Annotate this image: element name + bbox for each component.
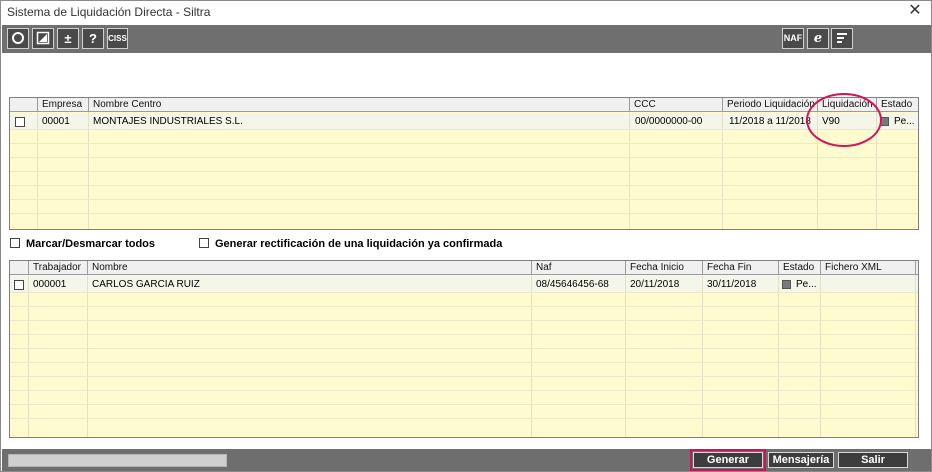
row-checkbox[interactable] [14, 280, 24, 290]
trabajadores-grid: Trabajador Nombre Naf Fecha Inicio Fecha… [9, 260, 919, 438]
rectificacion-label: Generar rectificación de una liquidación… [215, 238, 503, 250]
cell-ccc: 00/0000000-00 [635, 116, 703, 127]
rectificacion-checkbox[interactable] [199, 238, 209, 248]
window-title: Sistema de Liquidación Directa - Siltra [7, 5, 211, 19]
progress-bar [8, 454, 227, 467]
col-liquidacion[interactable]: Liquidación [818, 98, 877, 112]
col-estado[interactable]: Estado [779, 261, 821, 275]
cell-liquidacion: V90 [822, 116, 840, 127]
col-nombre[interactable]: Nombre [88, 261, 532, 275]
cell-periodo: 11/2018 a 11/2018 [729, 116, 811, 127]
marcar-todos-label: Marcar/Desmarcar todos [26, 238, 156, 250]
cell-fecha-inicio: 20/11/2018 [630, 279, 680, 290]
generar-button[interactable]: Generar [690, 449, 766, 471]
col-nombre-centro[interactable]: Nombre Centro [89, 98, 630, 112]
cell-naf: 08/45646456-68 [536, 279, 609, 290]
cell-nombre: CARLOS GARCIA RUIZ [92, 279, 200, 290]
col-ccc[interactable]: CCC [630, 98, 723, 112]
plus-minus-icon[interactable]: ± [57, 28, 79, 49]
toolbar: ± ? CISS NAF e [2, 25, 931, 53]
row-checkbox[interactable] [15, 117, 25, 127]
title-bar: Sistema de Liquidación Directa - Siltra … [1, 1, 931, 23]
col-estado[interactable]: Estado [877, 98, 918, 112]
col-naf[interactable]: Naf [532, 261, 626, 275]
liquidaciones-header: Empresa Nombre Centro CCC Periodo Liquid… [10, 98, 918, 112]
siltra-window: Sistema de Liquidación Directa - Siltra … [0, 0, 932, 472]
cell-empresa: 00001 [42, 116, 70, 127]
col-fichero-xml[interactable]: Fichero XML [821, 261, 916, 275]
status-bar: Generar Mensajería Salir [2, 449, 931, 471]
ciss-button[interactable]: CISS [107, 28, 128, 49]
col-fecha-inicio[interactable]: Fecha Inicio [626, 261, 703, 275]
status-icon [880, 117, 889, 126]
marcar-todos-checkbox[interactable] [10, 238, 20, 248]
liquidaciones-grid: Empresa Nombre Centro CCC Periodo Liquid… [9, 97, 919, 230]
help-icon[interactable]: ? [82, 28, 104, 49]
marcar-todos-option[interactable]: Marcar/Desmarcar todos [10, 238, 155, 252]
col-select[interactable] [10, 261, 29, 275]
col-trabajador[interactable]: Trabajador [29, 261, 88, 275]
col-periodo[interactable]: Periodo Liquidación [723, 98, 818, 112]
cell-nombre-centro: MONTAJES INDUSTRIALES S.L. [93, 116, 243, 127]
cell-trabajador: 000001 [33, 279, 67, 290]
rectificacion-option[interactable]: Generar rectificación de una liquidación… [199, 238, 502, 252]
trabajadores-header: Trabajador Nombre Naf Fecha Inicio Fecha… [10, 261, 918, 275]
ie-icon[interactable]: e [807, 28, 829, 49]
status-icon [782, 280, 791, 289]
refresh-icon[interactable] [7, 28, 29, 49]
cell-estado: Pe... [894, 116, 915, 127]
edit-icon[interactable] [32, 28, 54, 49]
col-empresa[interactable]: Empresa [38, 98, 89, 112]
naf-button[interactable]: NAF [782, 28, 804, 49]
col-select[interactable] [10, 98, 38, 112]
cell-fecha-fin: 30/11/2018 [707, 279, 757, 290]
report-icon[interactable] [831, 28, 853, 49]
col-fecha-fin[interactable]: Fecha Fin [703, 261, 779, 275]
close-icon[interactable]: ✕ [907, 2, 923, 20]
cell-estado: Pe... [796, 279, 817, 290]
mensajeria-button[interactable]: Mensajería [768, 452, 834, 468]
salir-button[interactable]: Salir [838, 452, 908, 468]
